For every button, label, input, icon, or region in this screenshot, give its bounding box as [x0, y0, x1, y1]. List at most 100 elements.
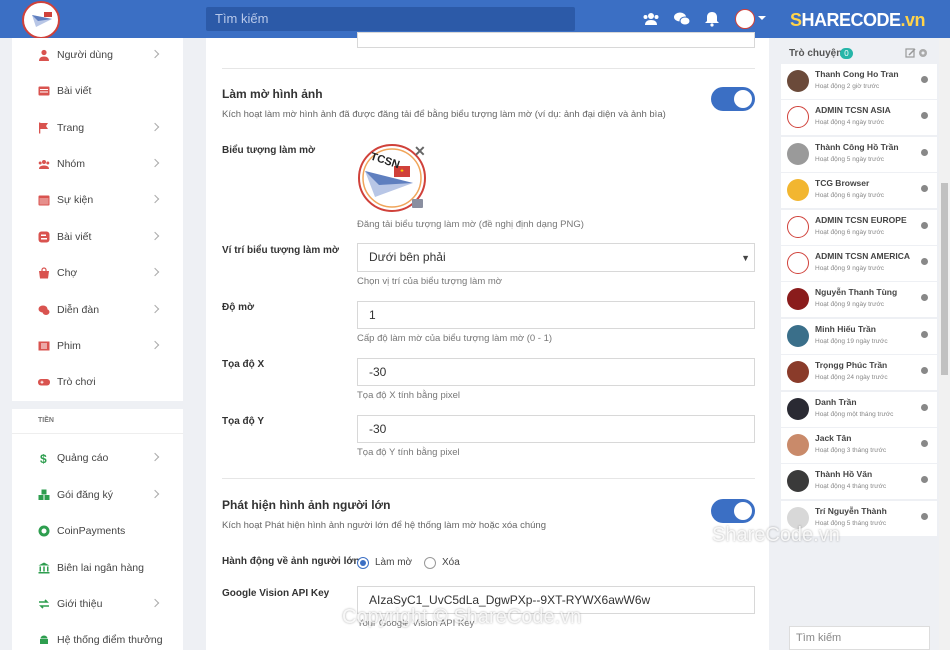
chat-user-status: Hoạt động 9 ngày trước: [815, 301, 884, 309]
chat-user-status: Hoạt động 6 ngày trước: [815, 228, 884, 236]
chevron-right-icon: [150, 49, 160, 59]
sidebar-item-pages[interactable]: Trang: [12, 111, 183, 147]
presence-dot: [921, 512, 928, 520]
chevron-right-icon: [150, 489, 160, 499]
presence-dot: [921, 258, 928, 265]
adult-section-description: Kích hoạt Phát hiện hình ảnh người lớn đ…: [222, 520, 546, 531]
avatar: [787, 70, 809, 92]
chat-user-item[interactable]: ADMIN TCSN EUROPE Hoạt động 6 ngày trước: [781, 209, 937, 245]
coord-y-help: Tọa độ Y tính bằng pixel: [357, 447, 460, 458]
blur-level-input[interactable]: 1: [357, 301, 755, 329]
sidebar-item-label: Nhóm: [57, 158, 86, 170]
sidebar-item-label: Hệ thống điểm thưởng: [57, 634, 163, 646]
remove-blur-icon-button[interactable]: ✕: [414, 143, 426, 160]
chat-user-item[interactable]: Jack Tân Hoạt động 3 tháng trước: [781, 428, 937, 463]
vision-key-label: Google Vision API Key: [222, 588, 330, 599]
coord-y-label: Tọa độ Y: [222, 416, 265, 427]
avatar: [787, 106, 809, 129]
adult-detection-toggle[interactable]: [711, 499, 755, 523]
chat-user-status: Hoạt động 24 ngày trước: [815, 374, 888, 382]
chat-tools: [905, 48, 927, 58]
chat-title: Trò chuyện: [789, 48, 843, 59]
chat-user-name: Trí Nguyễn Thành: [815, 505, 887, 516]
gear-icon[interactable]: [919, 49, 927, 57]
user-avatar[interactable]: [735, 9, 755, 29]
chat-user-name: ADMIN TCSN EUROPE: [815, 214, 907, 225]
compose-icon[interactable]: [905, 48, 916, 58]
divider: [222, 478, 755, 479]
sidebar-item-forums[interactable]: Diễn đàn: [12, 293, 183, 329]
avatar: [787, 252, 809, 274]
chat-user-name: ADMIN TCSN AMERICA: [815, 251, 911, 261]
sidebar-item-blogs[interactable]: Bài viết: [12, 220, 183, 256]
sidebar-item-events[interactable]: Sự kiện: [12, 183, 183, 219]
sidebar-item-label: Quảng cáo: [57, 452, 109, 464]
chat-user-item[interactable]: Danh Trần Hoạt động một tháng trước: [781, 391, 937, 427]
chat-user-item[interactable]: Thành Công Hồ Trần Hoạt động 5 ngày trước: [781, 136, 937, 172]
bell-icon[interactable]: [703, 10, 721, 28]
blur-position-select[interactable]: Dưới bên phải ▼: [357, 243, 755, 272]
bag-icon: [39, 267, 49, 279]
chat-user-item[interactable]: Trọngg Phúc Trần Hoạt động 24 ngày trước: [781, 355, 937, 391]
avatar: [787, 288, 809, 311]
chat-user-item[interactable]: Thành Hồ Văn Hoạt động 4 tháng trước: [781, 464, 937, 500]
coord-x-value: -30: [369, 365, 387, 379]
chevron-right-icon: [150, 304, 160, 314]
sidebar-item-games[interactable]: Trò chơi: [12, 365, 183, 401]
chat-user-item[interactable]: Minh Hiếu Trần Hoạt động 19 ngày trước: [781, 318, 937, 354]
chat-user-name: Jack Tân: [815, 433, 852, 443]
chat-user-status: Hoạt động 4 tháng trước: [815, 483, 887, 491]
sidebar-item-label: Chợ: [57, 267, 78, 279]
sidebar-item-bank-receipts[interactable]: Biên lai ngân hàng: [12, 551, 183, 587]
sidebar-item-subscriptions[interactable]: Gói đăng ký: [12, 478, 183, 514]
sidebar-item-label: CoinPayments: [57, 525, 126, 537]
chevron-right-icon: [150, 158, 160, 168]
avatar: [787, 470, 809, 493]
presence-dot: [921, 476, 928, 484]
sidebar-item-ads[interactable]: $ Quảng cáo: [12, 441, 183, 477]
sidebar-item-label: Người dùng: [57, 49, 113, 61]
radio-delete[interactable]: [424, 557, 436, 569]
chat-scrollbar[interactable]: [939, 38, 950, 650]
sidebar-menu: Người dùng Bài viết Trang Nhóm Sự kiện B…: [12, 38, 183, 401]
sidebar-item-posts[interactable]: Bài viết: [12, 74, 183, 110]
chat-user-item[interactable]: TCG Browser Hoạt động 6 ngày trước: [781, 173, 937, 209]
chat-user-item[interactable]: Nguyễn Thanh Tùng Hoạt động 9 ngày trước: [781, 282, 937, 318]
chat-user-status: Hoạt động 5 ngày trước: [815, 155, 884, 163]
chevron-down-icon[interactable]: [758, 16, 766, 20]
blur-level-help: Cấp độ làm mờ của biểu tượng làm mờ (0 -…: [357, 333, 553, 344]
sidebar-item-movies[interactable]: Phim: [12, 329, 183, 365]
coord-y-input[interactable]: -30: [357, 415, 755, 443]
chat-user-item[interactable]: ADMIN TCSN AMERICA Hoạt động 9 ngày trước: [781, 246, 937, 281]
sidebar-item-coinpayments[interactable]: CoinPayments: [12, 514, 183, 550]
chat-user-item[interactable]: Thanh Cong Ho Tran Hoạt động 2 giờ trước: [781, 64, 937, 99]
coord-x-input[interactable]: -30: [357, 358, 755, 386]
post-icon: [38, 86, 50, 96]
chat-user-name: Thành Hồ Văn: [815, 469, 873, 480]
chevron-right-icon: [150, 267, 160, 277]
chat-user-name: Thanh Cong Ho Tran: [815, 69, 899, 79]
sidebar-item-points-system[interactable]: Hệ thống điểm thưởng: [12, 623, 183, 650]
chat-user-item[interactable]: ADMIN TCSN ASIA Hoạt động 4 ngày trước: [781, 100, 937, 136]
avatar: [787, 324, 809, 347]
presence-dot: [921, 112, 928, 120]
blur-toggle[interactable]: [711, 87, 755, 111]
site-logo[interactable]: [22, 1, 60, 39]
chat-user-status: Hoạt động 2 giờ trước: [815, 83, 880, 90]
sidebar-item-users[interactable]: Người dùng: [12, 38, 183, 74]
sidebar-item-groups[interactable]: Nhóm: [12, 147, 183, 183]
chat-user-name: Danh Trần: [815, 396, 857, 407]
presence-dot: [921, 185, 928, 193]
radio-blur[interactable]: [357, 557, 369, 569]
blur-level-label: Độ mờ: [222, 302, 255, 313]
android-icon: [40, 635, 48, 644]
global-search-input[interactable]: Tìm kiếm: [206, 7, 575, 31]
sidebar-item-referrals[interactable]: Giới thiệu: [12, 587, 183, 623]
sidebar-item-market[interactable]: Chợ: [12, 256, 183, 292]
chat-search-input[interactable]: Tìm kiếm: [789, 626, 930, 650]
blur-position-help: Chọn vị trí của biểu tượng làm mờ: [357, 276, 503, 287]
bank-icon: [38, 562, 50, 574]
chat-icon[interactable]: [673, 10, 691, 28]
previous-field-input[interactable]: [357, 32, 755, 48]
users-icon[interactable]: [642, 10, 660, 28]
